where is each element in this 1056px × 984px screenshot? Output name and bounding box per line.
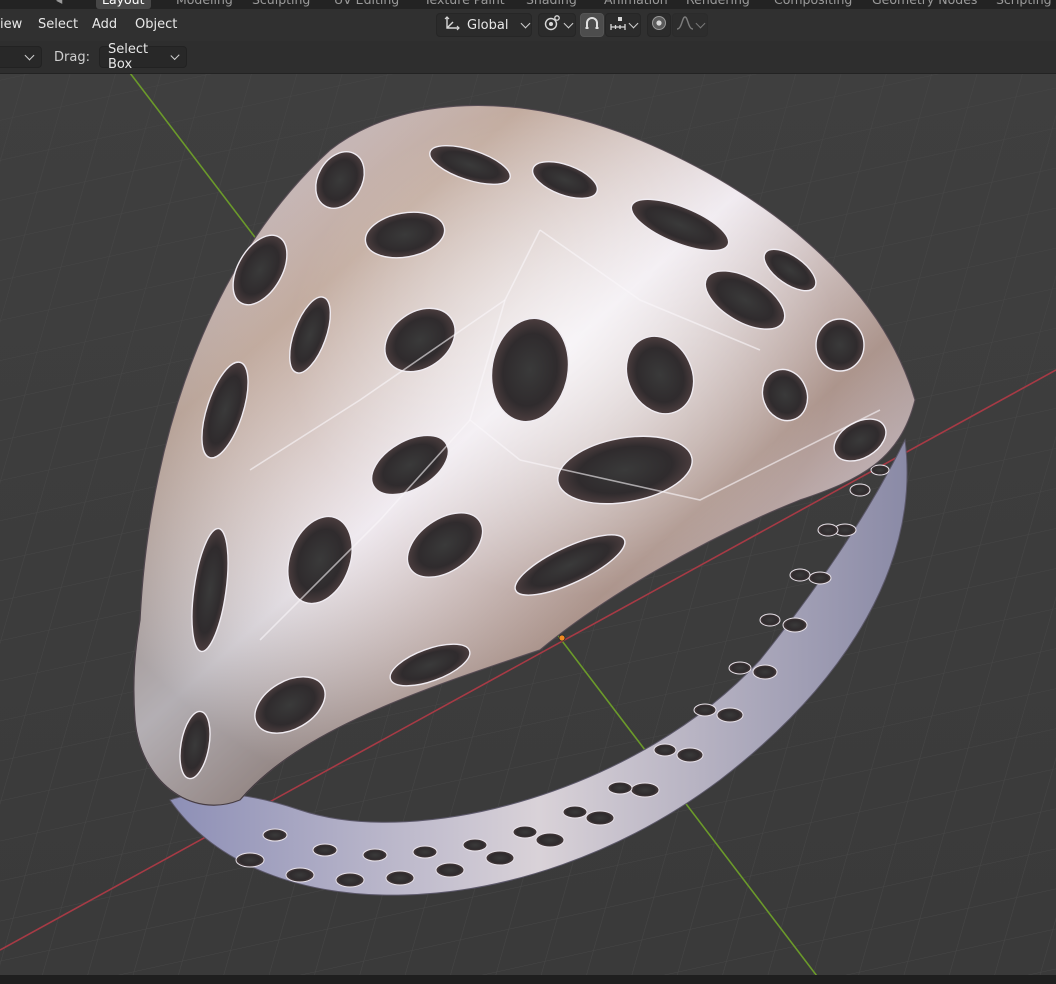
viewport-bottom-border [0, 975, 1056, 984]
workspace-tab-animation[interactable]: Animation [598, 0, 674, 9]
workspace-tab-uv-editing[interactable]: UV Editing [328, 0, 405, 9]
chevron-down-icon [24, 50, 35, 60]
workspace-tab-sculpting[interactable]: Sculpting [246, 0, 316, 9]
select-menu[interactable]: Select [38, 16, 78, 34]
drag-select-value: Select Box [108, 42, 149, 72]
drag-select-dropdown[interactable]: Select Box [99, 42, 187, 72]
drag-label: Drag: [54, 50, 90, 65]
snap-toggle[interactable] [580, 13, 604, 37]
falloff-curve-icon [676, 15, 694, 35]
tool-settings-bar: Drag: Select Box [0, 41, 1056, 74]
workspace-tab-rendering[interactable]: Rendering [680, 0, 756, 9]
chevron-down-icon [521, 18, 531, 28]
proportional-editing-icon [651, 15, 667, 35]
workspace-tabs: ◂ Layout Modeling Sculpting UV Editing T… [0, 0, 1056, 9]
pivot-point-dropdown[interactable] [538, 13, 576, 37]
workspace-tab-shading[interactable]: Shading [520, 0, 583, 9]
view-menu[interactable]: iew [0, 16, 22, 34]
falloff-dropdown[interactable] [672, 13, 708, 37]
workspace-tab-layout[interactable]: Layout [96, 0, 151, 9]
proportional-editing-toggle[interactable] [647, 13, 671, 37]
snap-target-dropdown[interactable] [605, 13, 641, 37]
snap-icon [584, 15, 600, 35]
workspace-tab-compositing[interactable]: Compositing [768, 0, 858, 9]
mode-dropdown[interactable] [0, 46, 42, 68]
chevron-down-icon [170, 50, 180, 60]
workspace-tab-scripting[interactable]: Scripting [990, 0, 1056, 9]
workspace-tab-texture-paint[interactable]: Texture Paint [418, 0, 511, 9]
viewport-canvas [0, 73, 1056, 975]
chevron-down-icon [563, 18, 573, 28]
transform-orientation-label: Global [467, 17, 509, 33]
3d-viewport[interactable] [0, 73, 1056, 975]
chevron-down-icon [628, 18, 639, 28]
pivot-point-icon [543, 14, 561, 36]
object-menu[interactable]: Object [135, 16, 177, 34]
snap-increment-icon [609, 15, 627, 35]
workspace-tab-modeling[interactable]: Modeling [170, 0, 239, 9]
object-origin-dot [558, 634, 566, 642]
transform-orientation-icon [443, 15, 461, 35]
workspace-tab-geometry-nodes[interactable]: Geometry Nodes [866, 0, 983, 9]
viewport-header: iew Select Add Object Global [0, 9, 1056, 41]
transform-orientation-dropdown[interactable]: Global [436, 13, 532, 37]
chevron-down-icon [695, 18, 706, 28]
workspace-tab-unknown[interactable]: ◂ [50, 0, 68, 9]
add-menu[interactable]: Add [92, 16, 117, 34]
